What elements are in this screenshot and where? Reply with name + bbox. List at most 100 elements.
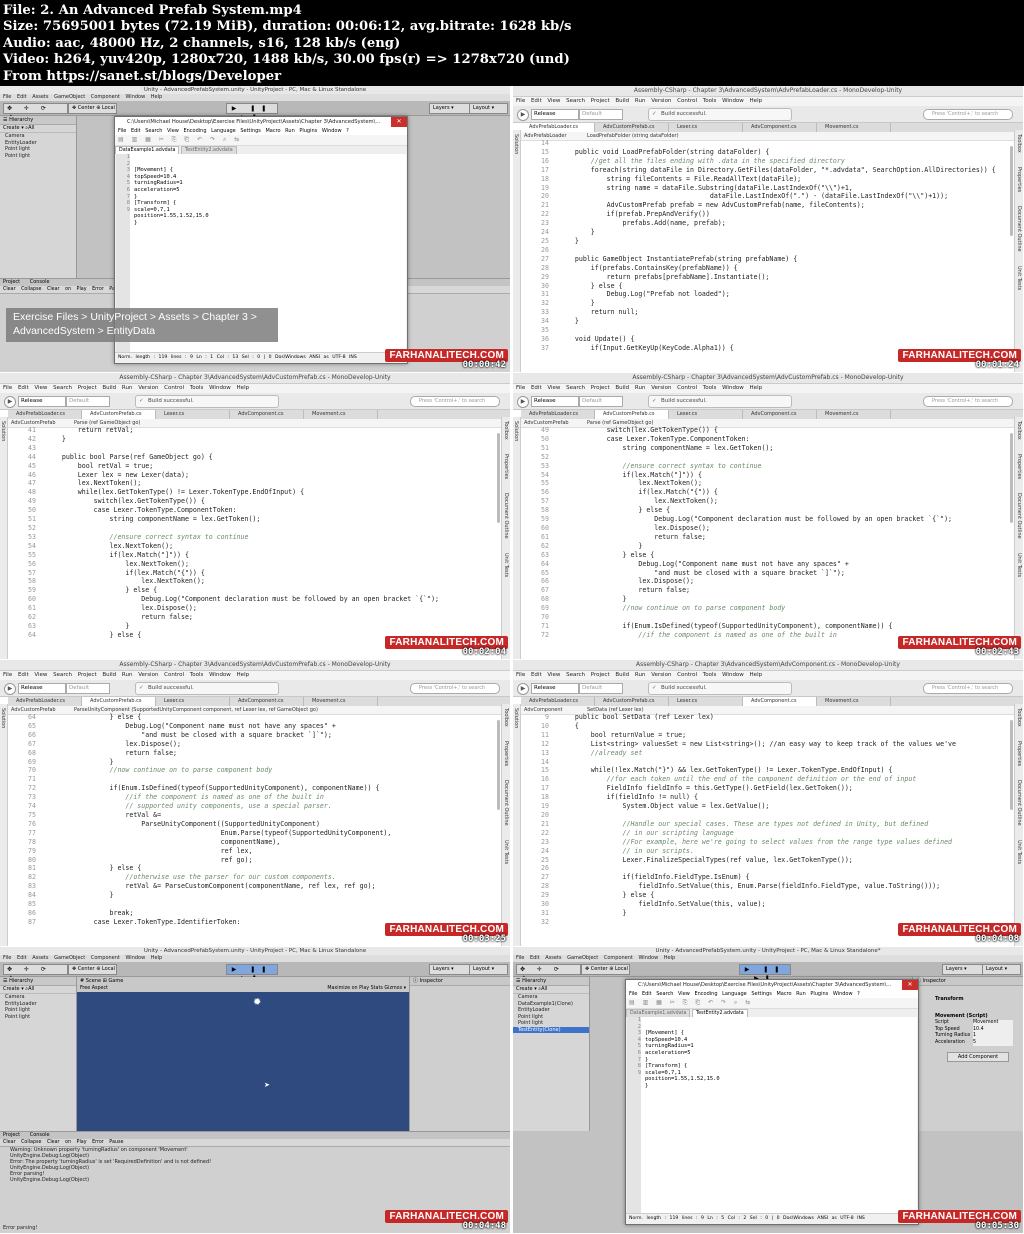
right-pad-label[interactable]: Toolbox [1016,134,1022,153]
search-input[interactable]: Press 'Control+,' to search [410,683,500,694]
file-tab[interactable]: AdvCustomPrefab.cs [82,410,156,419]
run-button[interactable]: ▶ [4,396,16,408]
right-pad-label[interactable]: Unit Tests [1016,266,1022,290]
main-menu[interactable]: File Edit View Search Project Build Run … [513,384,1023,393]
vertical-scrollbar[interactable] [497,720,500,810]
console-message[interactable]: UnityEngine.Debug:Log(Object) [0,1177,510,1183]
right-pad-label[interactable]: Document Outline [1016,206,1022,252]
unity-menu[interactable]: File Edit Assets GameObject Component Wi… [0,94,510,101]
layers-dropdown[interactable]: Layers ▾ [942,964,983,975]
main-menu[interactable]: File Edit View Search Project Build Run … [513,97,1023,106]
right-pad-label[interactable]: Unit Tests [503,840,509,864]
layers-dropdown[interactable]: Layers ▾ [429,103,470,114]
layers-dropdown[interactable]: Layers ▾ [429,964,470,975]
right-pad-label[interactable]: Properties [1016,167,1022,192]
search-input[interactable]: Press 'Control+,' to search [923,396,1013,407]
hierarchy-tab[interactable]: ☰ Hierarchy [0,977,76,986]
layout-dropdown[interactable]: Layout ▾ [982,964,1021,975]
solution-pad-label[interactable]: Solution [0,421,6,441]
vertical-scrollbar[interactable] [1010,720,1013,810]
right-pad-label[interactable]: Unit Tests [1016,553,1022,577]
right-pad-label[interactable]: Unit Tests [1016,840,1022,864]
run-button[interactable]: ▶ [517,683,529,695]
file-tab[interactable]: Movement.cs [304,697,378,706]
file-tab[interactable]: Lexer.cs [669,410,743,419]
notepad-toolbar[interactable]: ▤ ▥ ▦ ✂ ⎘ ⎗ ↶ ↷ ⌕ ⇆ [115,135,407,146]
solution-pad-label[interactable]: Solution [513,134,519,154]
inspector-tab[interactable]: ⓘ Inspector [410,977,510,986]
scene-game-tab-labels[interactable]: # Scene ⊞ Game [80,978,123,984]
notepad-menu[interactable]: File Edit Search View Encoding Language … [115,127,407,135]
aspect-dropdown[interactable]: Free Aspect [80,986,108,991]
target-dropdown[interactable]: Default [579,396,623,407]
hierarchy-create[interactable]: Create ▾ ⌕All [513,986,589,994]
search-input[interactable]: Press 'Control+,' to search [410,396,500,407]
build-config-dropdown[interactable]: Release [531,109,579,120]
target-dropdown[interactable]: Default [579,683,623,694]
hierarchy-create[interactable]: Create ▾ ⌕All [0,986,76,994]
hierarchy-tab[interactable]: ☰ Hierarchy [0,116,76,125]
target-dropdown[interactable]: Default [579,109,623,120]
pivot-toggle[interactable]: ✥ Center ⊕ Local [68,103,117,114]
project-console-tabs[interactable]: Project Console [0,1132,510,1139]
transform-tools[interactable]: ✥ ✛ ⟳ ⤢ [516,964,581,982]
notepad-menu[interactable]: File Edit Search View Encoding Language … [626,990,918,998]
right-pad-label[interactable]: Document Outline [1016,493,1022,539]
file-tab[interactable]: AdvComponent.cs [230,697,304,706]
layout-dropdown[interactable]: Layout ▾ [469,964,508,975]
main-menu[interactable]: File Edit View Search Project Build Run … [513,671,1023,680]
close-icon[interactable]: ✕ [902,980,918,990]
file-tab[interactable]: AdvComponent.cs [743,697,817,706]
build-config-dropdown[interactable]: Release [531,396,579,407]
file-tab[interactable]: Movement.cs [304,410,378,419]
inspector-field-value[interactable]: 5 [973,1039,1013,1046]
file-tab[interactable]: AdvPrefabLoader.cs [521,697,595,706]
file-tab[interactable]: AdvCustomPrefab.cs [595,410,669,419]
file-tab[interactable]: Lexer.cs [669,697,743,706]
file-tab[interactable]: AdvPrefabLoader.cs [521,410,595,419]
file-tab[interactable]: AdvPrefabLoader.cs [521,123,595,132]
game-view-options[interactable]: Maximize on Play Stats Gizmos ▾ [327,985,406,992]
code-editor[interactable]: 49 switch(lex.GetTokenType()) {50 case L… [521,426,1013,659]
close-icon[interactable]: ✕ [391,117,407,127]
right-pad-label[interactable]: Toolbox [1016,708,1022,727]
play-controls[interactable]: ▶ ❚❚ ▶❚ [226,964,278,982]
search-input[interactable]: Press 'Control+,' to search [923,109,1013,120]
right-pad-label[interactable]: Document Outline [503,780,509,826]
file-tab[interactable]: AdvCustomPrefab.cs [595,123,669,132]
file-tab[interactable]: Lexer.cs [669,123,743,132]
file-tab[interactable]: AdvComponent.cs [230,410,304,419]
vertical-scrollbar[interactable] [1010,146,1013,236]
notepad-tab-dataexample1[interactable]: DataExample1.advdata [626,1009,691,1017]
run-button[interactable]: ▶ [4,683,16,695]
right-pad-label[interactable]: Document Outline [503,493,509,539]
vertical-scrollbar[interactable] [497,433,500,523]
transform-tools[interactable]: ✥ ✛ ⟳ ⤢ [3,964,68,982]
transform-tools[interactable]: ✥ ✛ ⟳ ⤢ [3,103,68,121]
file-tab[interactable]: AdvCustomPrefab.cs [82,697,156,706]
main-menu[interactable]: File Edit View Search Project Build Run … [0,384,510,393]
game-view[interactable]: Free Aspect Maximize on Play Stats Gizmo… [77,985,409,1139]
file-tab[interactable]: Movement.cs [817,123,891,132]
layout-dropdown[interactable]: Layout ▾ [469,103,508,114]
notepad-tab-testentity2[interactable]: TestEntity2.advdata [181,146,237,154]
file-tab[interactable]: Movement.cs [817,410,891,419]
solution-pad-label[interactable]: Solution [0,708,6,728]
file-tab[interactable]: AdvCustomPrefab.cs [595,697,669,706]
right-pad-label[interactable]: Unit Tests [503,553,509,577]
hierarchy-item-selected[interactable]: TestEntity(Clone) [513,1026,589,1033]
run-button[interactable]: ▶ [517,396,529,408]
inspector-transform[interactable]: Transform [913,996,1023,1003]
code-editor[interactable]: 14 15 public void LoadPrefabFolder(string… [521,139,1013,372]
notepad-editor[interactable]: 123456789 [Movement] {topSpeed=10.4 turni… [627,1017,917,1214]
file-tab[interactable]: AdvComponent.cs [743,123,817,132]
code-editor[interactable]: 41 return retVal; 42 } 43 44 public bool Pa… [8,426,500,659]
right-pad-label[interactable]: Document Outline [1016,780,1022,826]
search-input[interactable]: Press 'Control+,' to search [923,683,1013,694]
file-tab[interactable]: Movement.cs [817,697,891,706]
notepad-tab-testentity2[interactable]: TestEntity2.advdata [692,1009,748,1017]
hierarchy-create[interactable]: Create ▾ ⌕All [0,125,76,133]
inspector-movement[interactable]: Movement (Script) [913,1013,1023,1020]
file-tab[interactable]: AdvPrefabLoader.cs [8,410,82,419]
code-editor[interactable]: 9 public bool SetData (ref Lexer lex) 10 … [521,713,1013,946]
